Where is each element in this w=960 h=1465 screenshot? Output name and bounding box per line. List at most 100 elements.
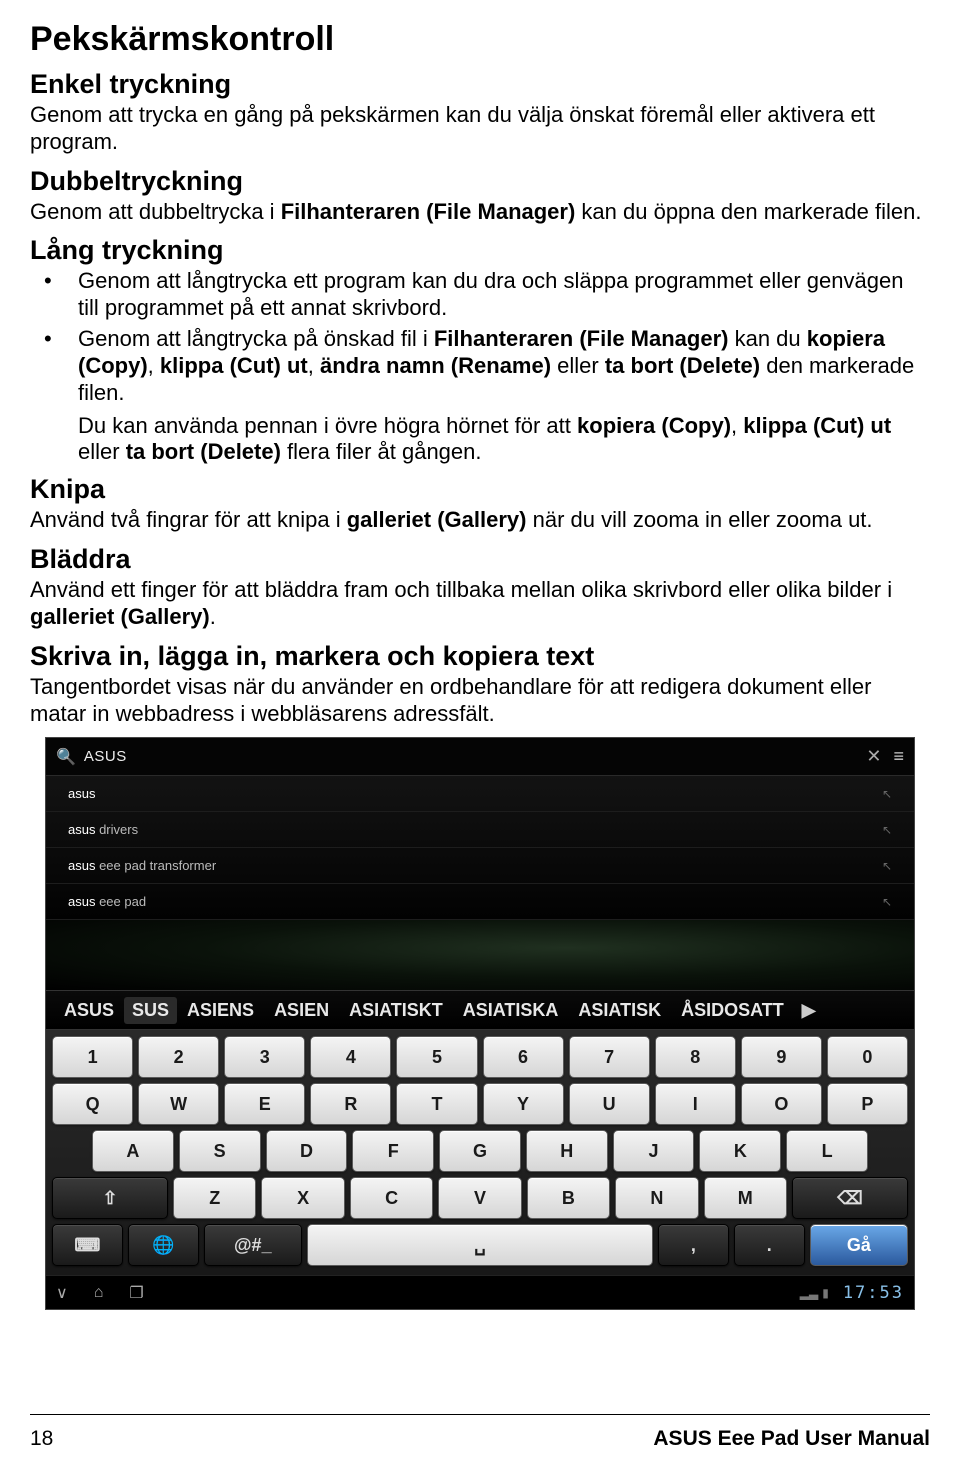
- keyboard-key[interactable]: I: [655, 1083, 736, 1125]
- keyboard-key[interactable]: F: [352, 1130, 434, 1172]
- suggestion-item[interactable]: asus eee pad↖: [46, 884, 914, 920]
- system-navbar[interactable]: ∨ ⌂ ❐ ▂▃ ▮ 17:53: [46, 1275, 914, 1309]
- symbols-key[interactable]: @#_: [204, 1224, 302, 1266]
- bullet-lang-2: Genom att långtrycka på önskad fil i Fil…: [30, 326, 930, 406]
- heading-lang-tryckning: Lång tryckning: [30, 235, 930, 266]
- bold-klippa: klippa (Cut) ut: [743, 413, 891, 438]
- manual-title: ASUS Eee Pad User Manual: [653, 1427, 930, 1451]
- keyboard-key[interactable]: A: [92, 1130, 174, 1172]
- body-skriva: Tangentbordet visas när du använder en o…: [30, 674, 930, 728]
- search-bar[interactable]: 🔍 ASUS ✕ ≡: [46, 738, 914, 776]
- shift-key[interactable]: ⇧: [52, 1177, 168, 1219]
- suggestion-item[interactable]: asus↖: [46, 776, 914, 812]
- more-predictions-icon[interactable]: ▶: [794, 1000, 826, 1021]
- prediction-item[interactable]: SUS: [124, 997, 177, 1024]
- prediction-item[interactable]: ÅSIDOSATT: [671, 1000, 794, 1021]
- keyboard-key[interactable]: T: [396, 1083, 477, 1125]
- keyboard-key[interactable]: N: [615, 1177, 698, 1219]
- search-query[interactable]: ASUS: [84, 748, 866, 765]
- text-fragment: Genom att långtrycka på önskad fil i: [78, 326, 434, 351]
- backspace-key[interactable]: ⌫: [792, 1177, 908, 1219]
- keyboard-key[interactable]: V: [438, 1177, 521, 1219]
- keyboard-key[interactable]: 7: [569, 1036, 650, 1078]
- bullet-lang-1: Genom att långtrycka ett program kan du …: [30, 268, 930, 322]
- keyboard-settings-key[interactable]: ⌨: [52, 1224, 123, 1266]
- keyboard-key[interactable]: 1: [52, 1036, 133, 1078]
- period-key[interactable]: .: [734, 1224, 805, 1266]
- bold-ta-bort: ta bort (Delete): [605, 353, 760, 378]
- go-key[interactable]: Gå: [810, 1224, 908, 1266]
- prediction-item[interactable]: ASIATISKT: [339, 1000, 453, 1021]
- text-fragment: flera filer åt gången.: [281, 439, 482, 464]
- keyboard-key[interactable]: 0: [827, 1036, 908, 1078]
- search-icon: 🔍: [56, 747, 76, 767]
- keyboard-key[interactable]: M: [704, 1177, 787, 1219]
- keyboard-key[interactable]: D: [266, 1130, 348, 1172]
- body-bladdra: Använd ett finger för att bläddra fram o…: [30, 577, 930, 631]
- keyboard-key[interactable]: B: [527, 1177, 610, 1219]
- keyboard-key[interactable]: G: [439, 1130, 521, 1172]
- text-fragment: Genom att dubbeltrycka i: [30, 199, 281, 224]
- keyboard-key[interactable]: 3: [224, 1036, 305, 1078]
- keyboard-key[interactable]: S: [179, 1130, 261, 1172]
- bold-kopiera: kopiera (Copy): [577, 413, 731, 438]
- on-screen-keyboard[interactable]: 1234567890 QWERTYUIOP ASDFGHJKL ⇧ZXCVBNM…: [46, 1030, 914, 1275]
- menu-icon[interactable]: ≡: [893, 746, 904, 767]
- keyboard-key[interactable]: O: [741, 1083, 822, 1125]
- text-fragment: Använd två fingrar för att knipa i: [30, 507, 347, 532]
- keyboard-key[interactable]: X: [261, 1177, 344, 1219]
- body-knipa: Använd två fingrar för att knipa i galle…: [30, 507, 930, 534]
- bold-klippa: klippa (Cut) ut: [160, 353, 308, 378]
- wallpaper-area: [46, 920, 914, 990]
- globe-key[interactable]: 🌐: [128, 1224, 199, 1266]
- insert-arrow-icon[interactable]: ↖: [882, 787, 892, 801]
- keyboard-key[interactable]: K: [699, 1130, 781, 1172]
- suggestion-item[interactable]: asus eee pad transformer↖: [46, 848, 914, 884]
- keyboard-key[interactable]: Y: [483, 1083, 564, 1125]
- prediction-bar[interactable]: ASUSSUSASIENSASIENASIATISKTASIATISKAASIA…: [46, 990, 914, 1030]
- insert-arrow-icon[interactable]: ↖: [882, 823, 892, 837]
- bold-ta-bort: ta bort (Delete): [126, 439, 281, 464]
- signal-icon: ▂▃: [800, 1286, 818, 1300]
- keyboard-key[interactable]: E: [224, 1083, 305, 1125]
- heading-skriva: Skriva in, lägga in, markera och kopiera…: [30, 641, 930, 672]
- footer-divider: [30, 1414, 930, 1415]
- keyboard-key[interactable]: H: [526, 1130, 608, 1172]
- keyboard-key[interactable]: C: [350, 1177, 433, 1219]
- text-fragment: Använd ett finger för att bläddra fram o…: [30, 577, 892, 602]
- keyboard-key[interactable]: W: [138, 1083, 219, 1125]
- note-lang: Du kan använda pennan i övre högra hörne…: [30, 413, 930, 467]
- prediction-item[interactable]: ASUS: [54, 1000, 124, 1021]
- keyboard-key[interactable]: R: [310, 1083, 391, 1125]
- clear-icon[interactable]: ✕: [866, 746, 881, 767]
- recent-apps-button[interactable]: ❐: [129, 1283, 143, 1303]
- keyboard-key[interactable]: 6: [483, 1036, 564, 1078]
- prediction-item[interactable]: ASIATISK: [568, 1000, 671, 1021]
- space-key[interactable]: ␣: [307, 1224, 653, 1266]
- keyboard-key[interactable]: U: [569, 1083, 650, 1125]
- comma-key[interactable]: ,: [658, 1224, 729, 1266]
- keyboard-key[interactable]: P: [827, 1083, 908, 1125]
- insert-arrow-icon[interactable]: ↖: [882, 895, 892, 909]
- keyboard-key[interactable]: J: [613, 1130, 695, 1172]
- keyboard-key[interactable]: 2: [138, 1036, 219, 1078]
- back-button[interactable]: ∨: [56, 1283, 68, 1303]
- keyboard-key[interactable]: L: [786, 1130, 868, 1172]
- device-screenshot: 🔍 ASUS ✕ ≡ asus↖asus drivers↖asus eee pa…: [45, 737, 915, 1310]
- keyboard-key[interactable]: Z: [173, 1177, 256, 1219]
- text-fragment: Du kan använda pennan i övre högra hörne…: [78, 413, 577, 438]
- keyboard-key[interactable]: 5: [396, 1036, 477, 1078]
- body-enkel-tryckning: Genom att trycka en gång på pekskärmen k…: [30, 102, 930, 156]
- keyboard-key[interactable]: Q: [52, 1083, 133, 1125]
- keyboard-key[interactable]: 4: [310, 1036, 391, 1078]
- prediction-item[interactable]: ASIEN: [264, 1000, 339, 1021]
- bold-filhanteraren: Filhanteraren (File Manager): [434, 326, 729, 351]
- prediction-item[interactable]: ASIATISKA: [453, 1000, 569, 1021]
- insert-arrow-icon[interactable]: ↖: [882, 859, 892, 873]
- prediction-item[interactable]: ASIENS: [177, 1000, 264, 1021]
- home-button[interactable]: ⌂: [94, 1284, 104, 1302]
- battery-icon: ▮: [822, 1286, 829, 1300]
- keyboard-key[interactable]: 8: [655, 1036, 736, 1078]
- keyboard-key[interactable]: 9: [741, 1036, 822, 1078]
- suggestion-item[interactable]: asus drivers↖: [46, 812, 914, 848]
